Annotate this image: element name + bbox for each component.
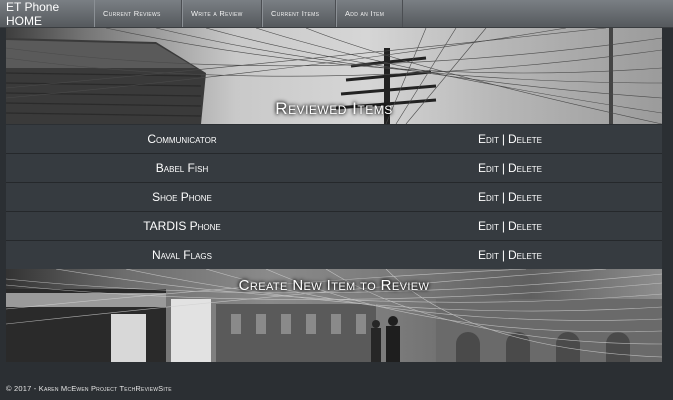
reviewed-items-heading: Reviewed Items xyxy=(275,99,393,118)
delete-link[interactable]: Delete xyxy=(508,212,542,240)
separator: | xyxy=(501,190,505,204)
table-row: Communicator Edit | Delete xyxy=(6,125,662,154)
delete-link[interactable]: Delete xyxy=(508,183,542,211)
create-item-heading[interactable]: Create New Item to Review xyxy=(6,277,662,294)
nav-current-reviews[interactable]: Current Reviews xyxy=(94,0,182,27)
item-actions: Edit | Delete xyxy=(358,183,662,211)
edit-link[interactable]: Edit xyxy=(478,183,499,211)
item-name: Shoe Phone xyxy=(152,190,212,204)
separator: | xyxy=(501,248,505,262)
separator: | xyxy=(501,132,505,146)
items-table: Communicator Edit | Delete Babel Fish Edit… xyxy=(6,125,662,270)
table-row: Naval Flags Edit | Delete xyxy=(6,241,662,270)
item-name: Communicator xyxy=(147,132,217,146)
table-row: Babel Fish Edit | Delete xyxy=(6,154,662,183)
navbar: ET Phone HOME Current Reviews Write a Re… xyxy=(0,0,673,28)
nav-add-item[interactable]: Add an Item xyxy=(336,0,403,27)
footer-text: © 2017 - Karen McEwen Project TechReview… xyxy=(6,384,172,393)
delete-link[interactable]: Delete xyxy=(508,154,542,182)
item-actions: Edit | Delete xyxy=(358,241,662,269)
item-name: Naval Flags xyxy=(152,248,212,262)
item-actions: Edit | Delete xyxy=(358,125,662,153)
delete-link[interactable]: Delete xyxy=(508,125,542,153)
edit-link[interactable]: Edit xyxy=(478,212,499,240)
item-actions: Edit | Delete xyxy=(358,212,662,240)
edit-link[interactable]: Edit xyxy=(478,125,499,153)
separator: | xyxy=(501,219,505,233)
nav-current-items[interactable]: Current Items xyxy=(262,0,336,27)
table-row: TARDIS Phone Edit | Delete xyxy=(6,212,662,241)
item-actions: Edit | Delete xyxy=(358,154,662,182)
edit-link[interactable]: Edit xyxy=(478,241,499,269)
table-row: Shoe Phone Edit | Delete xyxy=(6,183,662,212)
item-name: TARDIS Phone xyxy=(143,219,221,233)
reviewed-items-banner: Reviewed Items xyxy=(6,28,662,124)
item-name: Babel Fish xyxy=(155,161,209,175)
create-item-banner[interactable]: Create New Item to Review xyxy=(6,269,662,362)
nav-write-review[interactable]: Write a Review xyxy=(182,0,262,27)
brand-link[interactable]: ET Phone HOME xyxy=(0,0,94,28)
edit-link[interactable]: Edit xyxy=(478,154,499,182)
delete-link[interactable]: Delete xyxy=(508,241,542,269)
separator: | xyxy=(501,161,505,175)
